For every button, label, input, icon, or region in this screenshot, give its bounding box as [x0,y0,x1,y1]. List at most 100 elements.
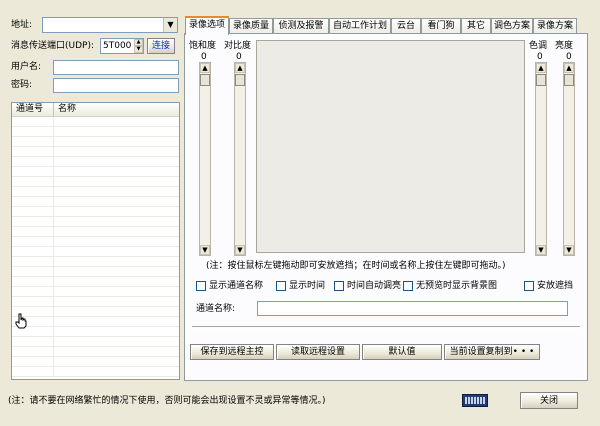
table-row[interactable] [12,357,179,367]
table-row[interactable] [12,137,179,147]
address-label: 地址: [11,20,33,30]
read-remote-button[interactable]: 读取远程设置 [276,344,360,360]
table-row[interactable] [12,237,179,247]
hue-slider[interactable]: ▲ ▼ [535,62,547,256]
table-row[interactable] [12,317,179,327]
spin-up-icon[interactable]: ▲ [134,39,143,46]
spin-down-icon[interactable]: ▼ [134,46,143,53]
column-separator [53,137,54,147]
hue-thumb[interactable] [536,74,546,86]
username-label: 用户名: [11,62,42,72]
copy-to-button[interactable]: 当前设置复制到• • • [444,344,540,360]
tab-1[interactable]: 录像选项 [185,16,229,35]
table-row[interactable] [12,157,179,167]
port-value: 5T000 [103,41,132,51]
table-row[interactable] [12,187,179,197]
column-header-name[interactable]: 名称 [54,103,179,117]
table-row[interactable] [12,367,179,377]
footer-note: (注：请不要在网络繁忙的情况下使用，否则可能会出现设置不灵或异常等情况。) [8,396,326,406]
place-mask-checkbox[interactable] [524,281,534,291]
password-field[interactable] [53,78,179,93]
brightness-slider[interactable]: ▲ ▼ [563,62,575,256]
address-dropdown[interactable]: ▼ [42,17,178,33]
arrow-down-icon[interactable]: ▼ [235,245,245,255]
arrow-up-icon[interactable]: ▲ [235,63,245,73]
keyboard-icon[interactable] [462,394,488,407]
table-row[interactable] [12,247,179,257]
table-row[interactable] [12,117,179,127]
arrow-up-icon[interactable]: ▲ [536,63,546,73]
saturation-slider[interactable]: ▲ ▼ [199,62,211,256]
table-row[interactable] [12,147,179,157]
note-text: (注：按住鼠标左键拖动即可安放遮挡；在时间或名称上按住左键即可拖动。) [206,261,506,271]
show-channel-name-checkbox[interactable] [196,281,206,291]
tab-4[interactable]: 自动工作计划 [329,18,391,34]
arrow-down-icon[interactable]: ▼ [200,245,210,255]
table-row[interactable] [12,287,179,297]
column-separator [53,267,54,277]
chevron-down-icon[interactable]: ▼ [163,18,177,32]
arrow-down-icon[interactable]: ▼ [564,245,574,255]
column-header-channel-no[interactable]: 通道号 [12,103,54,117]
arrow-down-icon[interactable]: ▼ [536,245,546,255]
channel-list[interactable]: 通道号 名称 [11,102,180,380]
brightness-thumb[interactable] [564,74,574,86]
default-button[interactable]: 默认值 [362,344,442,360]
column-separator [53,357,54,367]
show-background-checkbox[interactable] [403,281,413,291]
connect-button[interactable]: 连接 [147,38,175,54]
password-label: 密码: [11,80,33,90]
table-row[interactable] [12,217,179,227]
tab-5[interactable]: 云台 [391,18,421,34]
table-row[interactable] [12,327,179,337]
table-row[interactable] [12,277,179,287]
contrast-thumb[interactable] [235,74,245,86]
tab-6[interactable]: 看门狗 [421,18,461,34]
table-row[interactable] [12,167,179,177]
table-row[interactable] [12,297,179,307]
auto-brighten-time-checkbox[interactable] [334,281,344,291]
arrow-up-icon[interactable]: ▲ [200,63,210,73]
tab-2[interactable]: 录像质量 [229,18,273,34]
place-mask-label: 安放遮挡 [537,281,574,291]
video-preview[interactable] [256,40,525,253]
column-separator [53,197,54,207]
show-channel-name-label: 显示通道名称 [209,281,264,291]
column-separator [53,207,54,217]
address-value [43,23,49,25]
channel-name-field[interactable] [257,301,568,316]
table-row[interactable] [12,257,179,267]
tab-8[interactable]: 调色方案 [491,18,533,34]
table-row[interactable] [12,267,179,277]
column-separator [53,257,54,267]
divider [192,326,580,330]
hand-cursor-icon [15,313,27,329]
column-separator [53,157,54,167]
column-separator [53,367,54,377]
table-row[interactable] [12,307,179,317]
table-row[interactable] [12,347,179,357]
tab-7[interactable]: 其它 [461,18,491,34]
arrow-up-icon[interactable]: ▲ [564,63,574,73]
port-stepper[interactable]: 5T000 ▲ ▼ [100,38,144,54]
table-row[interactable] [12,127,179,137]
close-button[interactable]: 关闭 [520,392,578,409]
column-separator [53,217,54,227]
table-row[interactable] [12,227,179,237]
tab-3[interactable]: 侦测及报警 [273,18,329,34]
column-separator [53,117,54,127]
show-time-checkbox[interactable] [276,281,286,291]
table-row[interactable] [12,207,179,217]
table-row[interactable] [12,177,179,187]
column-separator [53,127,54,137]
column-separator [53,287,54,297]
saturation-thumb[interactable] [200,74,210,86]
contrast-slider[interactable]: ▲ ▼ [234,62,246,256]
save-remote-button[interactable]: 保存到远程主控 [190,344,274,360]
tab-9[interactable]: 录像方案 [533,18,577,34]
username-field[interactable] [53,60,179,75]
column-separator [53,227,54,237]
column-separator [53,327,54,337]
table-row[interactable] [12,337,179,347]
table-row[interactable] [12,197,179,207]
